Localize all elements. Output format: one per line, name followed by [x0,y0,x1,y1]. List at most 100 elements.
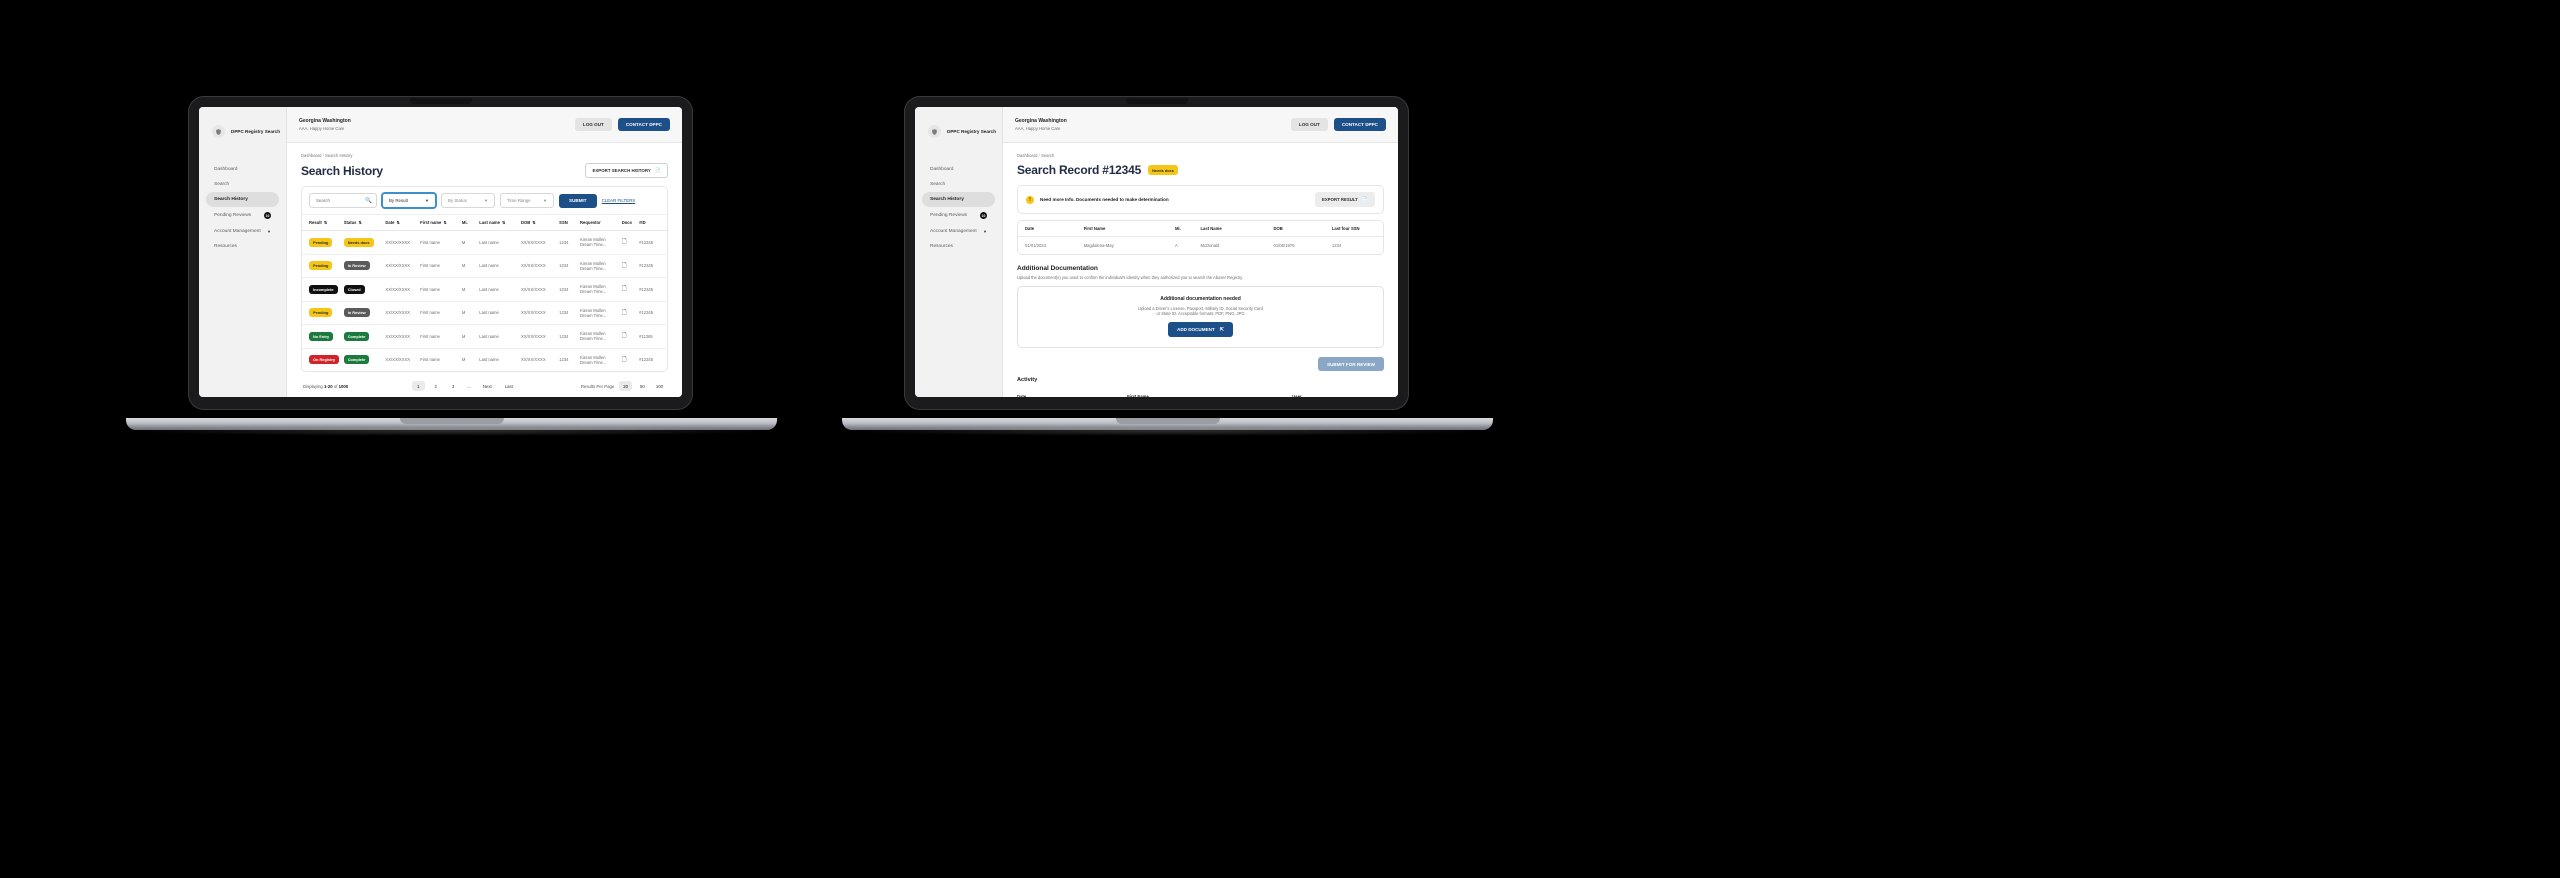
results-per-page-label: Results Per Page [580,383,615,389]
sidebar-nav: Dashboard Search Search History Pending … [206,162,279,254]
sidebar-item-search[interactable]: Search [206,177,279,192]
col-ssn: SSN [559,215,581,231]
requestor-org: Dream Time... [580,312,607,318]
sidebar-item-pending-reviews[interactable]: Pending Reviews 10 [922,207,995,224]
submit-for-review-button[interactable]: SUBMIT FOR REVIEW [1318,357,1384,371]
col-status[interactable]: Status ⇅ [343,215,386,231]
col-docs: Docs [621,215,640,231]
table-row[interactable]: Pending Needs docs XX/XX/XXXX First name… [302,230,667,255]
col-mi: Mi. [1174,221,1201,237]
cell-date: XX/XX/XXXX [385,254,421,278]
col-last-name[interactable]: Last name ⇅ [479,215,521,231]
cell-docs[interactable]: 🗋 [621,254,640,278]
shield-icon [928,125,941,138]
log-out-button[interactable]: LOG OUT [1290,118,1328,131]
col-first-name[interactable]: First name ⇅ [420,215,462,231]
col-dob[interactable]: DOB ⇅ [520,215,560,231]
pagination-summary: Displaying 1-20 of 1000 [303,384,348,389]
requestor-org: Dream Time... [580,289,607,295]
breadcrumb-root[interactable]: Dashboard [301,153,322,158]
rpp-100[interactable]: 100 [653,381,666,391]
additional-documentation-title: Additional Documentation [1017,265,1098,272]
log-out-button[interactable]: LOG OUT [574,118,612,131]
cell-docs[interactable]: 🗋 [621,301,640,325]
breadcrumb-root[interactable]: Dashboard [1017,153,1038,158]
status-filter-select[interactable]: By Status ▼ [441,193,495,208]
table-row[interactable]: Pending In Review XX/XX/XXXX First name … [302,254,667,278]
add-document-button[interactable]: ADD DOCUMENT ⇱ [1168,322,1233,337]
submit-row: SUBMIT FOR REVIEW [1017,357,1384,371]
table-row[interactable]: No Entry Complete XX/XX/XXXX First name … [302,324,667,349]
col-first-name: First Name [1083,221,1175,237]
activity-header-row: Date First Name User [1017,390,1384,397]
page-last[interactable]: Last [501,381,517,391]
cell-mi: M [461,254,480,278]
cell-docs[interactable]: 🗋 [621,324,640,349]
file-icon[interactable]: 🗋 [622,286,627,292]
cell-docs[interactable]: 🗋 [621,230,640,255]
requestor-org: Dream Time... [580,242,607,248]
table-row[interactable]: On Registry Complete XX/XX/XXXX First na… [302,348,667,371]
sidebar-item-dashboard[interactable]: Dashboard [206,162,279,177]
col-dob: DOB [1273,221,1332,237]
page-2[interactable]: 2 [430,381,442,391]
submit-filters-button[interactable]: SUBMIT [559,193,597,208]
rpp-50[interactable]: 50 [637,381,648,391]
warning-icon: ! [1026,195,1034,204]
col-date[interactable]: Date ⇅ [385,215,421,231]
sidebar-item-search[interactable]: Search [922,177,995,192]
export-result-label: EXPORT RESULT [1322,197,1358,202]
search-history-page: Dashboard / Search History Search Histor… [287,143,682,397]
status-badge: Complete [343,331,370,341]
user-organization: AAA, Happy Home Care [299,125,345,131]
cell-ssn: 1234 [559,324,581,349]
sidebar-item-account-management[interactable]: Account Management ▼ [922,224,995,239]
document-dropzone[interactable]: Additional documentation needed Upload a… [1017,286,1384,348]
sidebar-item-resources[interactable]: Resources [922,239,995,254]
file-icon[interactable]: 🗋 [622,263,627,269]
sidebar-item-label: Search [930,182,946,187]
contact-dppc-button[interactable]: CONTACT DPPC [617,118,670,131]
brand[interactable]: DPPC Registry Search [928,125,996,138]
cell-id: #12345 [639,357,654,363]
sidebar-item-search-history[interactable]: Search History [922,192,995,207]
sidebar-item-account-management[interactable]: Account Management ▼ [206,224,279,239]
page-next[interactable]: Next [479,381,496,391]
clear-filters-link[interactable]: CLEAR FILTERS [602,198,636,203]
brand[interactable]: DPPC Registry Search [212,125,280,138]
cell-docs[interactable]: 🗋 [621,277,640,302]
col-result[interactable]: Result ⇅ [302,215,344,231]
page-3[interactable]: 3 [447,381,459,391]
page-1[interactable]: 1 [412,381,425,391]
chevron-down-icon: ▼ [267,229,271,234]
record-summary-card: Date First Name Mi. Last Name DOB Last f… [1017,220,1384,255]
file-icon[interactable]: 🗋 [622,239,627,245]
contact-dppc-button[interactable]: CONTACT DPPC [1333,118,1386,131]
table-row[interactable]: Incomplete Closed XX/XX/XXXX First name … [302,277,667,302]
sidebar-item-dashboard[interactable]: Dashboard [922,162,995,177]
app-search-history: DPPC Registry Search Dashboard Search Se… [199,107,682,397]
time-range-filter-select[interactable]: Time Range ▼ [500,193,554,208]
cell-dob: XX/XX/XXXX [520,324,560,349]
sidebar-item-pending-reviews[interactable]: Pending Reviews 10 [206,207,279,224]
needs-docs-alert: ! Need more Info. Documents needed to ma… [1017,185,1384,214]
col-label: Date [385,220,395,225]
result-filter-select[interactable]: By Result ▼ [382,193,436,208]
displaying-range: 1-20 [324,383,333,389]
sidebar-item-resources[interactable]: Resources [206,239,279,254]
export-search-history-label: EXPORT SEARCH HISTORY [592,168,651,173]
cell-docs[interactable]: 🗋 [622,348,639,371]
search-icon[interactable]: 🔍 [365,198,372,204]
table-row[interactable]: Pending In Review XX/XX/XXXX First name … [302,301,667,325]
col-label: Mi. [461,220,468,225]
sidebar-item-search-history[interactable]: Search History [206,192,279,207]
export-result-button[interactable]: EXPORT RESULT 📄 [1315,192,1375,207]
export-search-history-button[interactable]: EXPORT SEARCH HISTORY 📄 [585,163,668,178]
laptop-left-base-glow [126,426,777,436]
file-icon[interactable]: 🗋 [622,333,627,339]
file-icon[interactable]: 🗋 [622,310,627,316]
file-icon[interactable]: 🗋 [622,357,627,363]
rpp-20[interactable]: 20 [619,381,633,391]
col-label: SSN [559,220,568,225]
breadcrumb: Dashboard / Search [1017,153,1384,158]
